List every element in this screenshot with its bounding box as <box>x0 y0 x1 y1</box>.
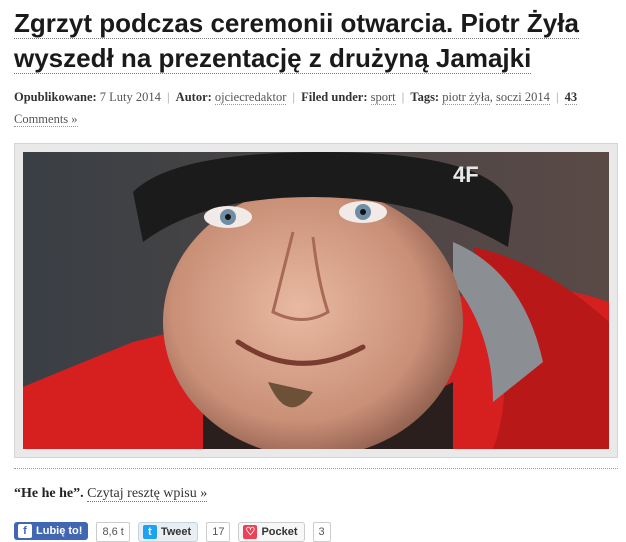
article-title-line-1[interactable]: Zgrzyt podczas ceremonii otwarcia. Piotr… <box>14 8 579 39</box>
category-link[interactable]: sport <box>370 90 396 105</box>
comments-link[interactable]: 43 Comments » <box>14 90 578 127</box>
tags-label: Tags: <box>410 90 440 104</box>
facebook-icon: f <box>18 524 32 538</box>
pocket-label: Pocket <box>261 526 298 538</box>
tweet-count: 17 <box>206 522 231 542</box>
svg-text:4F: 4F <box>453 162 479 187</box>
separator: | <box>401 90 405 104</box>
facebook-like-count: 8,6 t <box>96 522 130 542</box>
comments-count: 43 <box>564 90 578 104</box>
excerpt-quote: “He he he”. <box>14 486 84 501</box>
portrait-photo-icon: 4F <box>23 152 609 449</box>
pocket-count: 3 <box>312 522 331 542</box>
read-more-link[interactable]: Czytaj resztę wpisu » <box>87 486 208 502</box>
author-link[interactable]: ojciecredaktor <box>214 90 287 105</box>
separator: | <box>292 90 296 104</box>
comments-label: Comments » <box>14 112 78 126</box>
tag-link[interactable]: soczi 2014 <box>496 90 550 105</box>
published-label: Opublikowane: <box>14 90 97 104</box>
facebook-like-label: Lubię to! <box>36 525 83 537</box>
facebook-like-button[interactable]: f Lubię to! <box>14 522 89 540</box>
divider <box>14 468 618 469</box>
filed-under-label: Filed under: <box>301 90 368 104</box>
article-photo[interactable]: 4F <box>14 143 618 458</box>
published-date: 7 Luty 2014 <box>99 90 161 104</box>
article-title[interactable]: Zgrzyt podczas ceremonii otwarcia. Piotr… <box>14 6 614 76</box>
excerpt: “He he he”. Czytaj resztę wpisu » <box>14 486 208 502</box>
tweet-button[interactable]: t Tweet <box>137 522 199 542</box>
pocket-icon: ♡ <box>243 525 258 539</box>
tweet-label: Tweet <box>160 526 192 538</box>
author-label: Autor: <box>175 90 212 104</box>
article-title-line-2[interactable]: wyszedł na prezentację z drużyną Jamajki <box>14 43 532 74</box>
share-bar: f Lubię to! 8,6 t t Tweet 17 ♡ Pocket 3 <box>14 522 331 542</box>
separator: | <box>167 90 170 104</box>
separator: | <box>555 90 559 104</box>
twitter-bird-icon: t <box>142 525 157 539</box>
pocket-button[interactable]: ♡ Pocket <box>238 522 305 542</box>
tag-link[interactable]: piotr żyła <box>442 90 490 105</box>
post-meta: Opublikowane: 7 Luty 2014 | Autor: ojcie… <box>14 90 578 127</box>
